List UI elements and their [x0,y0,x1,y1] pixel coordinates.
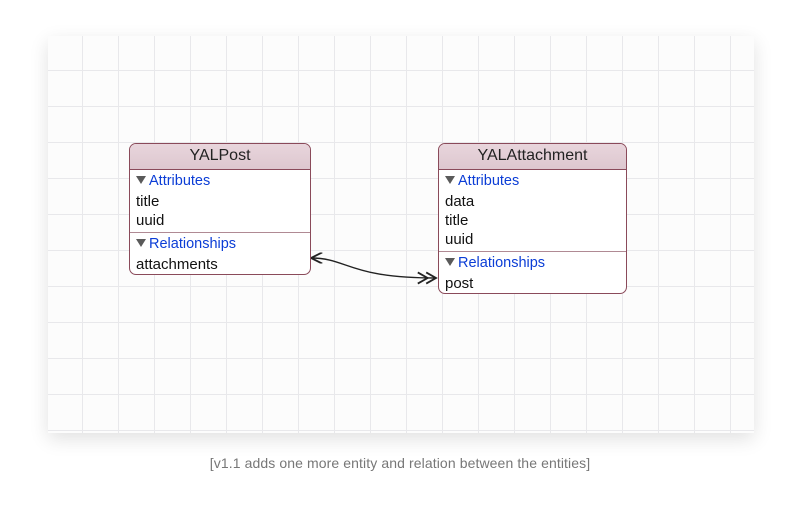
attribute-row[interactable]: data [439,192,626,211]
stage: YALPost Attributes title uuid Relationsh… [0,0,800,510]
section-attributes[interactable]: Attributes [130,170,310,192]
attribute-row[interactable]: title [130,192,310,211]
attribute-row[interactable]: title [439,211,626,230]
figure-caption: [v1.1 adds one more entity and relation … [0,455,800,471]
section-label: Relationships [149,236,236,252]
entity-yalattachment[interactable]: YALAttachment Attributes data title uuid… [438,143,627,294]
section-attributes[interactable]: Attributes [439,170,626,192]
diagram-canvas: YALPost Attributes title uuid Relationsh… [48,36,754,433]
section-relationships[interactable]: Relationships [439,252,626,274]
section-label: Attributes [149,173,210,189]
disclosure-triangle-icon [445,176,455,184]
disclosure-triangle-icon [136,176,146,184]
section-label: Attributes [458,173,519,189]
section-label: Relationships [458,255,545,271]
attribute-row[interactable]: uuid [130,211,310,230]
entity-title: YALAttachment [439,144,626,170]
disclosure-triangle-icon [136,239,146,247]
entity-title: YALPost [130,144,310,170]
relationship-row[interactable]: post [439,274,626,293]
section-relationships[interactable]: Relationships [130,233,310,255]
disclosure-triangle-icon [445,258,455,266]
relationship-row[interactable]: attachments [130,255,310,274]
entity-yalpost[interactable]: YALPost Attributes title uuid Relationsh… [129,143,311,275]
attribute-row[interactable]: uuid [439,230,626,249]
